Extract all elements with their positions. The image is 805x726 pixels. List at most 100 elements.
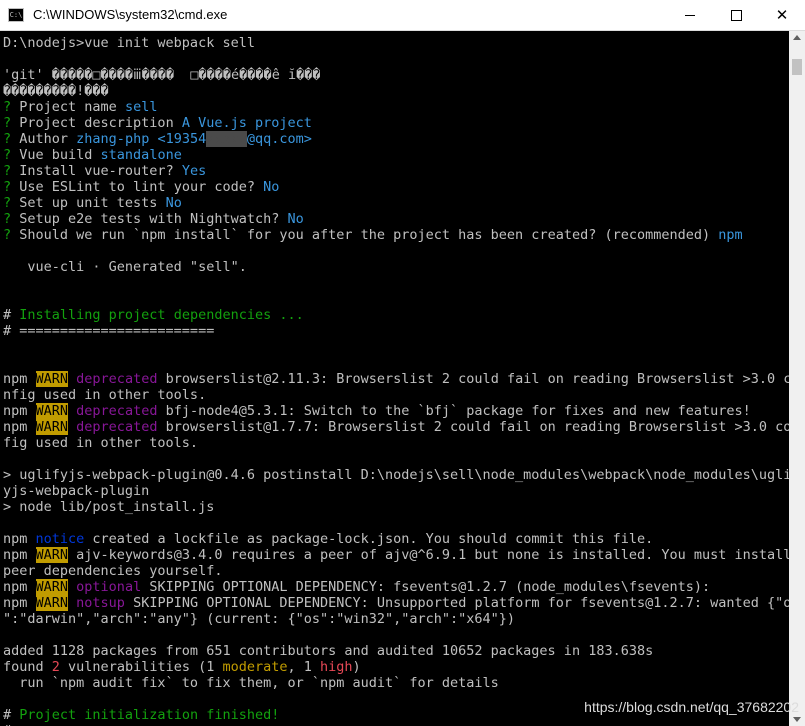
terminal-segment: A Vue.js project [181, 115, 312, 131]
terminal-segment: # [3, 707, 20, 723]
terminal-segment: optional [76, 579, 142, 595]
terminal-line: added 1128 packages from 651 contributor… [3, 643, 653, 659]
terminal-line: 'git' �����□����ⅲ���� □����é����ê ĭ��� [3, 67, 320, 83]
terminal-segment: ? [3, 115, 20, 131]
terminal-line: fig used in other tools. [3, 435, 198, 451]
terminal-segment: ? [3, 163, 20, 179]
terminal-line: peer dependencies yourself. [3, 563, 222, 579]
terminal-segment: 'git' �����□����ⅲ���� □����é����ê ĭ��� [3, 67, 321, 83]
terminal-line: ? Set up unit tests No [3, 195, 182, 211]
terminal-line: D:\nodejs>vue init webpack sell [3, 35, 255, 51]
terminal-segment: vulnerabilities (1 [59, 659, 223, 675]
watermark-url: https://blog.csdn.net/qq_37682202 [584, 699, 799, 715]
minimize-button[interactable] [667, 0, 713, 30]
terminal-segment: deprecated [76, 403, 158, 419]
terminal-output[interactable]: D:\nodejs>vue init webpack sell 'git' ���… [0, 31, 789, 726]
terminal-line: npm notice created a lockfile as package… [3, 531, 653, 547]
terminal-segment: deprecated [76, 371, 158, 387]
terminal-segment: WARN [35, 547, 69, 563]
terminal-segment [68, 419, 76, 435]
terminal-line: npm WARN ajv-keywords@3.4.0 requires a p… [3, 547, 789, 563]
terminal-line: # Project initialization finished! [3, 707, 279, 723]
terminal-segment: SKIPPING OPTIONAL DEPENDENCY: fsevents@1… [141, 579, 711, 595]
terminal-segment [68, 579, 76, 595]
terminal-segment: WARN [35, 419, 69, 435]
terminal-line: npm WARN deprecated bfj-node4@5.3.1: Swi… [3, 403, 751, 419]
terminal-segment: npm [3, 547, 36, 563]
terminal-segment: browserslist@1.7.7: Browserslist 2 could… [157, 419, 789, 435]
terminal-line: npm WARN optional SKIPPING OPTIONAL DEPE… [3, 579, 710, 595]
terminal-segment: browserslist@2.11.3: Browserslist 2 coul… [157, 371, 789, 387]
terminal-segment: Project name [19, 99, 125, 115]
terminal-segment: Install vue-router? [19, 163, 182, 179]
terminal-line: npm WARN deprecated browserslist@2.11.3:… [3, 371, 789, 387]
terminal-segment: Project description [19, 115, 182, 131]
terminal-segment: ? [3, 211, 20, 227]
scroll-down-arrow-icon[interactable] [793, 717, 801, 722]
terminal-segment: moderate [222, 659, 288, 675]
terminal-segment: notsup [76, 595, 125, 611]
terminal-line: vue-cli · Generated "sell". [3, 259, 246, 275]
terminal-line: npm WARN deprecated browserslist@1.7.7: … [3, 419, 789, 435]
terminal-segment: Vue build [19, 147, 101, 163]
terminal-segment: ? [3, 179, 20, 195]
terminal-segment: fig used in other tools. [3, 435, 199, 451]
terminal-segment: WARN [35, 371, 69, 387]
terminal-line: # ======================== [3, 323, 214, 339]
scroll-up-arrow-icon[interactable] [793, 35, 801, 40]
vertical-scrollbar[interactable] [789, 31, 805, 726]
scrollbar-thumb[interactable] [792, 59, 802, 75]
terminal-line: ? Setup e2e tests with Nightwatch? No [3, 211, 304, 227]
terminal-segment: ? [3, 227, 20, 243]
close-icon: ✕ [775, 6, 789, 24]
terminal-segment: Project initialization finished! [19, 707, 280, 723]
terminal-segment: npm [3, 419, 36, 435]
terminal-segment: SKIPPING OPTIONAL DEPENDENCY: Unsupporte… [124, 595, 789, 611]
terminal-line: > uglifyjs-webpack-plugin@0.4.6 postinst… [3, 467, 789, 483]
terminal-segment: No [287, 211, 304, 227]
close-button[interactable]: ✕ [759, 0, 805, 30]
maximize-icon [730, 9, 742, 21]
terminal-line: run `npm audit fix` to fix them, or `npm… [3, 675, 499, 691]
terminal-segment: bfj-node4@5.3.1: Switch to the `bfj` pac… [157, 403, 751, 419]
terminal-segment: peer dependencies yourself. [3, 563, 223, 579]
terminal-line: ? Use ESLint to lint your code? No [3, 179, 279, 195]
window-title: C:\WINDOWS\system32\cmd.exe [33, 7, 228, 22]
terminal-segment: > node lib/post_install.js [3, 499, 215, 515]
terminal-line: ? Vue build standalone [3, 147, 182, 163]
terminal-segment: high [320, 659, 353, 675]
terminal-segment: , 1 [287, 659, 321, 675]
terminal-line: nfig used in other tools. [3, 387, 206, 403]
terminal-segment: yjs-webpack-plugin [3, 483, 150, 499]
minimize-icon [685, 14, 695, 16]
terminal-line: npm WARN notsup SKIPPING OPTIONAL DEPEND… [3, 595, 789, 611]
terminal-segment: Author [19, 131, 77, 147]
terminal-line: ? Install vue-router? Yes [3, 163, 206, 179]
terminal-segment: WARN [35, 579, 69, 595]
terminal-segment: Yes [181, 163, 207, 179]
terminal-segment: nfig used in other tools. [3, 387, 207, 403]
terminal-segment: WARN [35, 403, 69, 419]
terminal-segment: Installing project dependencies ... [19, 307, 304, 323]
terminal-segment: found [3, 659, 52, 675]
terminal-segment: npm [3, 371, 36, 387]
terminal-segment: D:\nodejs>vue init webpack sell [3, 35, 255, 51]
terminal-segment: npm [3, 403, 36, 419]
terminal-segment: xxxxx [206, 131, 247, 147]
terminal-line: ? Should we run `npm install` for you af… [3, 227, 743, 243]
terminal-segment: Set up unit tests [19, 195, 166, 211]
terminal-segment [68, 595, 76, 611]
terminal-segment: ? [3, 99, 20, 115]
terminal-line: ? Project name sell [3, 99, 157, 115]
terminal-segment: standalone [100, 147, 182, 163]
terminal-segment: WARN [35, 595, 69, 611]
terminal-segment: npm [3, 595, 36, 611]
maximize-button[interactable] [713, 0, 759, 30]
terminal-segment: No [263, 179, 280, 195]
terminal-line: ���������!��� [3, 83, 109, 99]
terminal-segment: @qq.com> [246, 131, 312, 147]
terminal-segment: # [3, 307, 20, 323]
terminal-segment: ? [3, 131, 20, 147]
title-bar[interactable]: C:\ C:\WINDOWS\system32\cmd.exe ✕ [0, 0, 805, 31]
terminal-segment: notice [35, 531, 85, 547]
